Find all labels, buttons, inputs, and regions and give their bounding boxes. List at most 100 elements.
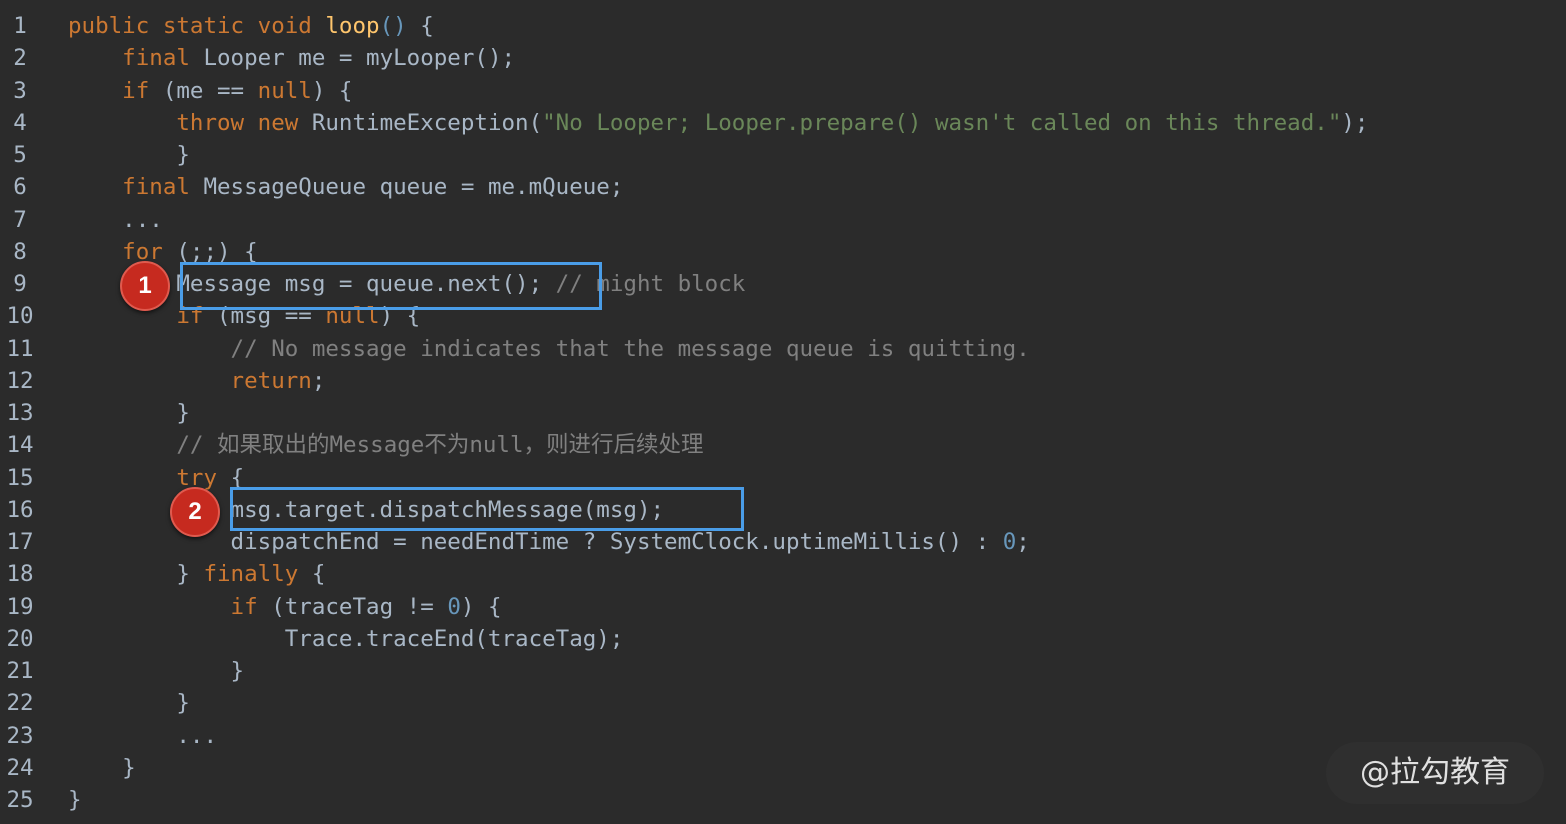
code-token: ) {: [311, 77, 353, 104]
line-number: 11: [6, 335, 34, 362]
code-text: ...: [68, 204, 163, 236]
line-number: 5: [13, 142, 27, 168]
code-token: }: [68, 787, 82, 813]
code-line: 20 Trace.traceEnd(traceTag);: [0, 623, 1566, 655]
code-text: }: [68, 397, 190, 429]
code-text: if (me == null) {: [68, 75, 352, 107]
code-editor: 1 public static void loop() {2 final Loop…: [0, 0, 1566, 824]
code-text: public static void loop() {: [68, 10, 434, 42]
code-line: 6 final MessageQueue queue = me.mQueue;: [0, 171, 1566, 203]
code-text: }: [68, 655, 245, 687]
code-text: // 如果取出的Message不为null，则进行后续处理: [68, 429, 704, 461]
line-number: 13: [6, 400, 34, 426]
line-number: 18: [6, 561, 34, 588]
code-token: // 如果取出的Message不为null，则进行后续处理: [68, 432, 704, 459]
code-token: ...: [68, 206, 163, 233]
code-text: final Looper me = myLooper();: [68, 42, 515, 74]
code-token: );: [1341, 109, 1369, 136]
code-line: 12 return;: [0, 365, 1566, 397]
code-token: finally: [203, 561, 312, 588]
code-token: null: [257, 77, 312, 104]
code-token: loop: [325, 13, 380, 39]
code-token: MessageQueue queue = me.mQueue;: [203, 174, 624, 201]
annotation-marker-2: 2: [170, 487, 220, 537]
code-token: return: [68, 367, 312, 394]
code-token: if: [68, 77, 163, 104]
code-token: final: [68, 174, 204, 201]
code-line: 13 }: [0, 397, 1566, 429]
code-line: 18 } finally {: [0, 558, 1566, 590]
line-number: 9: [13, 271, 27, 297]
line-number: 22: [6, 690, 34, 717]
annotation-marker-1: 1: [120, 261, 170, 311]
code-line: 19 if (traceTag != 0) {: [0, 591, 1566, 623]
code-token: }: [68, 754, 136, 781]
code-text: }: [68, 784, 82, 816]
line-number: 7: [13, 206, 27, 233]
code-token: {: [406, 13, 434, 39]
code-token: }: [68, 658, 245, 684]
code-token: throw new: [68, 109, 312, 136]
line-number: 10: [6, 303, 34, 330]
code-token: if: [68, 593, 272, 620]
line-number: 6: [13, 174, 27, 201]
code-token: ) {: [460, 593, 502, 620]
line-number: 23: [6, 722, 34, 749]
code-token: RuntimeException(: [311, 109, 543, 136]
line-number: 17: [6, 529, 34, 555]
code-token: }: [68, 142, 190, 168]
watermark: @拉勾教育: [1326, 742, 1544, 804]
code-token: 0: [1002, 529, 1017, 555]
code-text: return;: [68, 365, 326, 397]
code-token: for: [68, 238, 177, 265]
highlight-box-queue-next: [180, 262, 602, 310]
line-number: 4: [13, 109, 27, 136]
code-line: 11 // No message indicates that the mess…: [0, 333, 1566, 365]
code-text: // No message indicates that the message…: [68, 333, 1030, 365]
code-text: try {: [68, 462, 244, 494]
line-number: 15: [6, 464, 34, 491]
code-text: throw new RuntimeException("No Looper; L…: [68, 107, 1368, 139]
line-number: 3: [13, 77, 27, 104]
highlight-box-dispatch-message: [230, 487, 744, 531]
code-line: 21 }: [0, 655, 1566, 687]
line-number: 25: [6, 787, 34, 813]
code-token: public static void: [68, 13, 326, 39]
code-token: }: [68, 561, 204, 588]
code-token: {: [311, 561, 326, 588]
code-line: 22 }: [0, 687, 1566, 719]
code-token: // No message indicates that the message…: [68, 335, 1030, 362]
code-token: Looper me = myLooper();: [203, 45, 516, 72]
line-number: 8: [13, 238, 27, 265]
code-token: try: [68, 464, 231, 491]
code-text: if (traceTag != 0) {: [68, 591, 502, 623]
line-number: 19: [6, 593, 34, 620]
code-token: final: [68, 45, 204, 72]
code-token: (): [379, 13, 407, 39]
line-number: 16: [6, 496, 34, 523]
code-token: ;: [1016, 529, 1030, 555]
line-number: 14: [6, 432, 34, 459]
code-token: (traceTag !=: [271, 593, 448, 620]
code-text: } finally {: [68, 558, 325, 590]
code-token: }: [68, 400, 190, 426]
line-number: 1: [13, 13, 27, 39]
code-token: ...: [68, 722, 218, 749]
code-text: ...: [68, 720, 217, 752]
code-token: (;;) {: [176, 238, 258, 265]
code-line: 7 ...: [0, 204, 1566, 236]
line-number: 12: [6, 367, 34, 394]
code-line: 2 final Looper me = myLooper();: [0, 42, 1566, 74]
code-text: }: [68, 687, 190, 719]
code-text: final MessageQueue queue = me.mQueue;: [68, 171, 623, 203]
code-token: (me ==: [162, 77, 258, 104]
line-number: 20: [6, 625, 34, 652]
code-line: 5 }: [0, 139, 1566, 171]
code-line: 23 ...: [0, 720, 1566, 752]
code-text: }: [68, 139, 190, 171]
code-text: Trace.traceEnd(traceTag);: [68, 623, 624, 655]
line-number: 2: [13, 45, 27, 72]
code-token: 0: [447, 593, 461, 620]
line-number: 24: [6, 754, 34, 781]
code-line: 1 public static void loop() {: [0, 10, 1566, 42]
